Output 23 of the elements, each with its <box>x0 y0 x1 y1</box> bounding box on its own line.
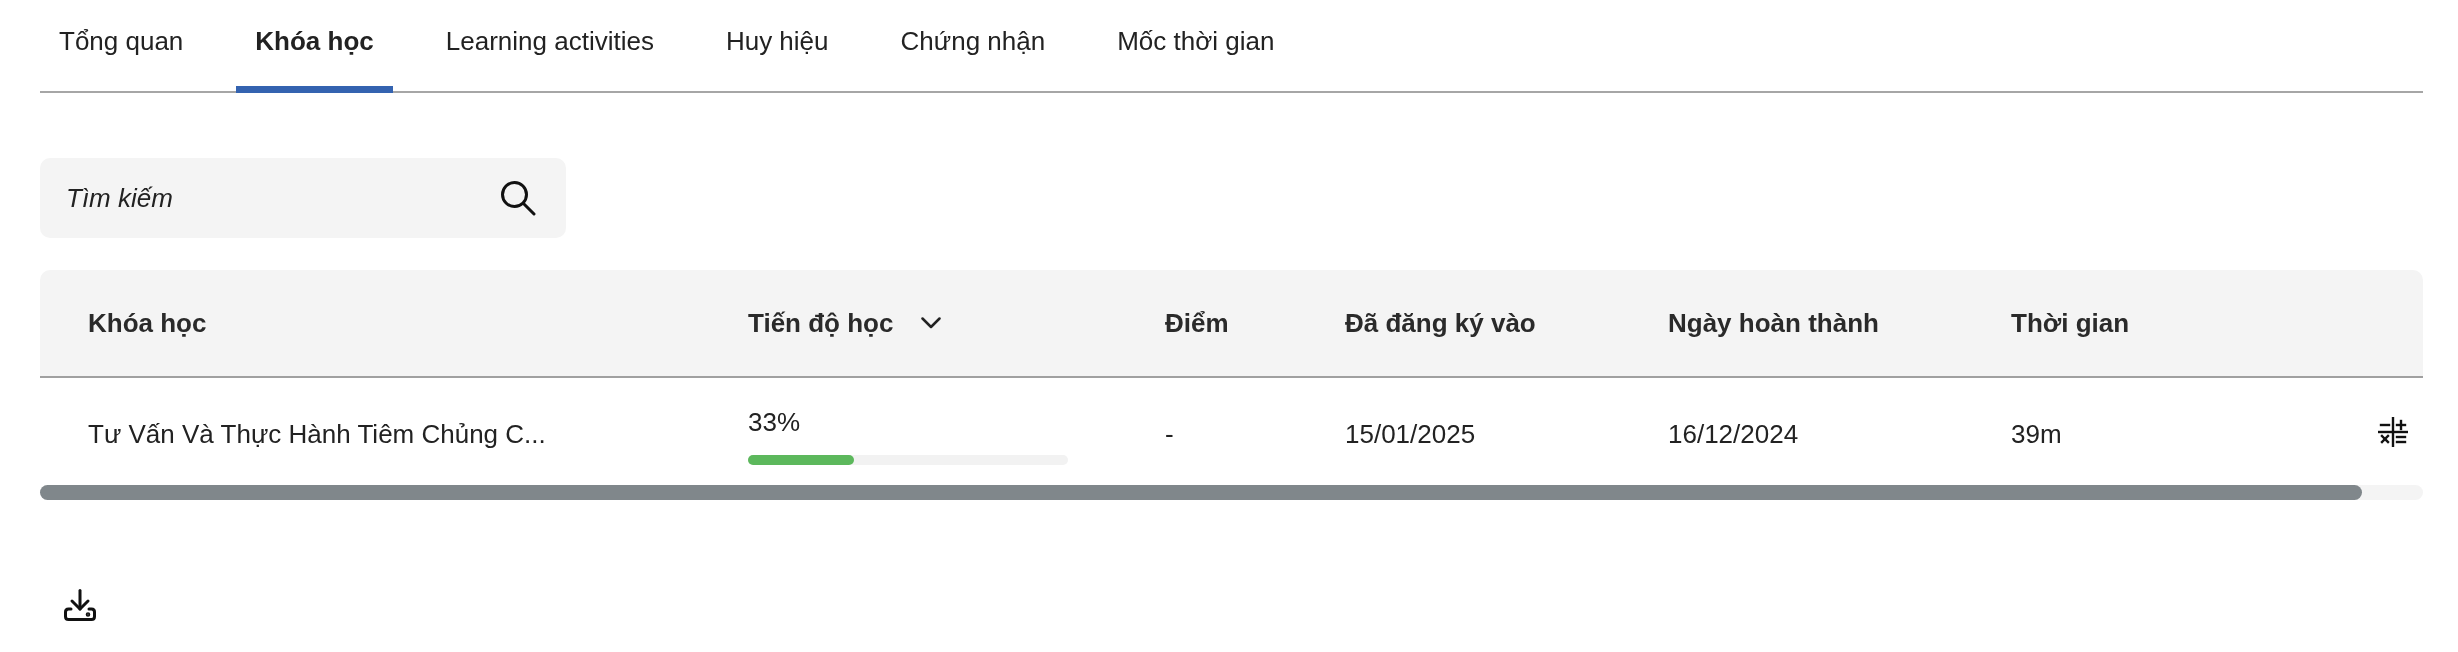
column-header: Đã đăng ký vào <box>1345 306 1536 340</box>
tab[interactable]: Khóa học <box>236 0 393 93</box>
table-cell: 15/01/2025 <box>1345 419 1476 449</box>
download-icon[interactable] <box>64 589 96 621</box>
course-title[interactable]: Tư Vấn Và Thực Hành Tiêm Chủng C... <box>88 419 546 449</box>
column-header: Điểm <box>1165 306 1229 340</box>
chevron-down-icon[interactable] <box>921 317 942 329</box>
column-header: Thời gian <box>2011 306 2130 340</box>
tab[interactable]: Mốc thời gian <box>1098 0 1294 93</box>
table-cell: 39m <box>2011 419 2062 449</box>
column-header: Ngày hoàn thành <box>1668 306 1879 340</box>
progress-reading: 33% <box>748 406 801 438</box>
search-field[interactable]: Tìm kiếm <box>40 158 566 238</box>
search-icon[interactable] <box>500 180 536 216</box>
tab[interactable]: Chứng nhận <box>881 0 1065 93</box>
table-cell: - <box>1165 419 1174 449</box>
tab[interactable]: Huy hiệu <box>706 0 848 93</box>
tab[interactable]: Learning activities <box>426 0 673 93</box>
column-header: Khóa học <box>88 306 207 340</box>
tab[interactable]: Tổng quan <box>40 0 203 93</box>
calculator-icon[interactable] <box>2378 416 2408 447</box>
table-cell: 16/12/2024 <box>1668 419 1799 449</box>
column-header[interactable]: Tiến độ học <box>748 303 894 343</box>
